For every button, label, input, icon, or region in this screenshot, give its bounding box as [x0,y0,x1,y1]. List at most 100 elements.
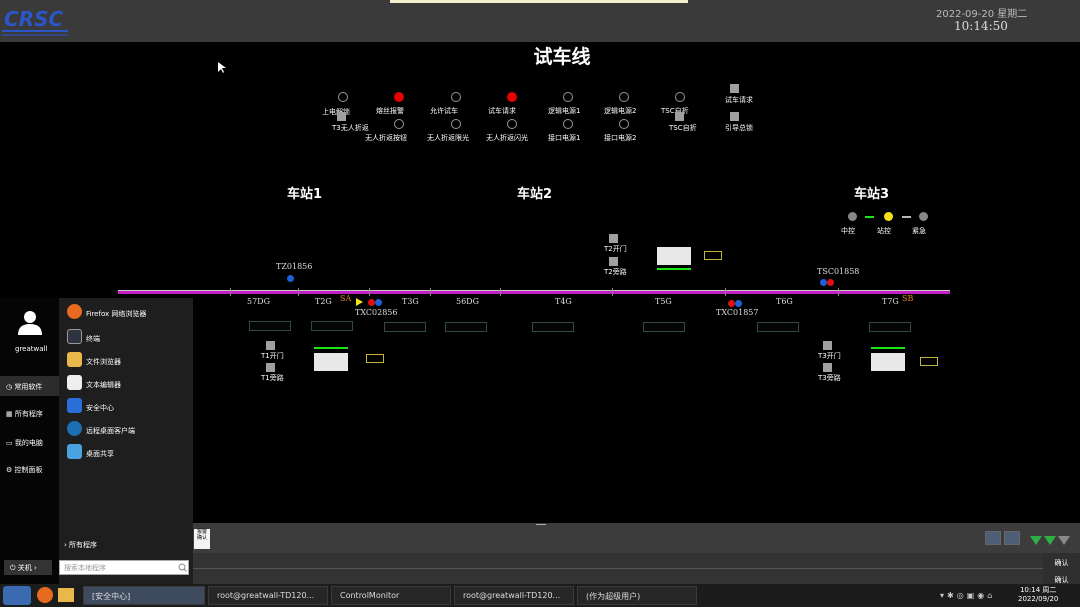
system-tray-icons[interactable]: ▾✱◎▣◉⌂ [940,591,1010,601]
confirm-button[interactable]: 确认 [1043,558,1080,568]
track-joint [725,288,726,296]
gate-button[interactable] [823,363,832,372]
search-icon[interactable] [178,563,187,572]
platform-station-1 [314,353,348,371]
search-placeholder: 搜索本地程序 [64,564,106,572]
app-desktop-share[interactable]: 桌面共享 [86,449,114,459]
side-item-control-panel[interactable]: ⚙ 控制面板 [6,465,43,475]
gate-button[interactable] [266,363,275,372]
task-security-center[interactable]: [安全中心] [83,586,205,605]
gate-button[interactable] [823,341,832,350]
indicator-label: 接口电源1 [548,134,581,142]
task-terminal-2[interactable]: root@greatwall-TD120... [454,586,574,605]
indicator-tsc-self-turn[interactable] [675,92,685,102]
indicator-logic-power-1[interactable] [563,92,573,102]
track-joint [369,288,370,296]
train-marker[interactable] [728,300,735,307]
train-marker[interactable] [375,299,382,306]
firefox-icon [67,304,82,319]
indicator-label: 试车请求 [488,107,516,115]
start-button[interactable] [3,586,31,605]
shutdown-button[interactable]: ⏻ 关机 › [4,560,52,575]
shutdown-label: 关机 [17,564,32,572]
track-joint [500,288,501,296]
train-marker[interactable] [287,275,294,282]
indicator-interface-power-1[interactable] [563,119,573,129]
desktop-share-icon [67,444,82,459]
indicator-fuse-alarm[interactable] [394,92,404,102]
track-joint [838,288,839,296]
side-item-label: 常用软件 [14,383,43,391]
station-3-label: 车站3 [854,187,890,202]
indicator-label: 允许试车 [430,107,458,115]
button-t3-unmanned[interactable] [337,112,346,121]
gate-button[interactable] [266,341,275,350]
indicator-unmanned-limit-light[interactable] [451,119,461,129]
gate-label: T2开门 [604,245,627,253]
app-remote-desktop[interactable]: 远程桌面客户端 [86,426,135,436]
track-joint [612,288,613,296]
track-line [118,290,950,294]
signal-sa-label: SA [340,294,352,303]
psd-status-box [920,357,938,366]
track-joint [230,288,231,296]
indicator-test-request[interactable] [507,92,517,102]
section-box [532,322,574,332]
header-time: 10:14:50 [954,19,1008,33]
taskbar-clock[interactable]: 10:14 周二 2022/09/20 [1018,586,1058,604]
panel-splitter-handle[interactable] [536,524,546,525]
alarm-confirm-button[interactable]: 报警 确认 [194,529,210,549]
psd-status-box [704,251,722,260]
network-device-icon[interactable] [1004,531,1020,545]
indicator-allow-test[interactable] [451,92,461,102]
task-control-monitor[interactable]: ControlMonitor [331,586,451,605]
top-header-bar [0,0,1080,42]
indicator-unmanned-flash[interactable] [507,119,517,129]
section-label: 57DG [247,297,270,306]
indicator-logic-power-2[interactable] [619,92,629,102]
app-terminal[interactable]: 终端 [86,334,100,344]
station-1-label: 车站1 [287,187,323,202]
gate-button[interactable] [609,234,618,243]
signal-icon [1030,536,1042,545]
train-marker[interactable] [368,299,375,306]
task-terminal-1[interactable]: root@greatwall-TD120... [208,586,328,605]
train-id: TXC02856 [355,308,398,317]
app-text-editor[interactable]: 文本编辑器 [86,380,121,390]
app-firefox[interactable]: Firefox 网络浏览器 [86,309,146,319]
folder-icon[interactable] [58,588,74,602]
emergency-indicator[interactable] [919,212,928,221]
gate-label: T1旁路 [261,374,284,382]
button-test-request[interactable] [730,84,739,93]
button-tsc-self-turn[interactable] [675,112,684,121]
side-item-all-programs[interactable]: ▦ 所有程序 [6,409,43,419]
indicator-label: 无人折返闪光 [486,134,528,142]
app-security-center[interactable]: 安全中心 [86,403,114,413]
train-marker[interactable] [820,279,827,286]
central-control-indicator[interactable] [848,212,857,221]
side-item-label: 控制面板 [14,466,43,474]
indicator-label: 接口电源2 [604,134,637,142]
all-programs-link[interactable]: › 所有程序 [64,540,97,550]
clock-date: 2022/09/20 [1018,595,1059,603]
indicator-interface-power-2[interactable] [619,119,629,129]
train-marker[interactable] [735,300,742,307]
indicator-unmanned-button[interactable] [394,119,404,129]
side-item-common-software[interactable]: ◷ 常用软件 [6,382,42,392]
section-label: T7G [882,297,899,306]
side-item-my-computer[interactable]: ▭ 我的电脑 [6,438,43,448]
task-superuser[interactable]: (作为超级用户) [577,586,697,605]
indicator-label: T3无人折返 [332,124,369,132]
folder-icon [67,352,82,367]
station-control-indicator[interactable] [884,212,893,221]
gate-button[interactable] [609,257,618,266]
app-file-browser[interactable]: 文件浏览器 [86,357,121,367]
search-input[interactable]: 搜索本地程序 [59,560,189,575]
indicator-label: 引导总锁 [725,124,753,132]
firefox-icon[interactable] [37,587,53,603]
indicator-power-unlock[interactable] [338,92,348,102]
train-marker[interactable] [827,279,834,286]
platform-door-indicator [657,268,691,270]
button-guide-lock[interactable] [730,112,739,121]
network-device-icon[interactable] [985,531,1001,545]
